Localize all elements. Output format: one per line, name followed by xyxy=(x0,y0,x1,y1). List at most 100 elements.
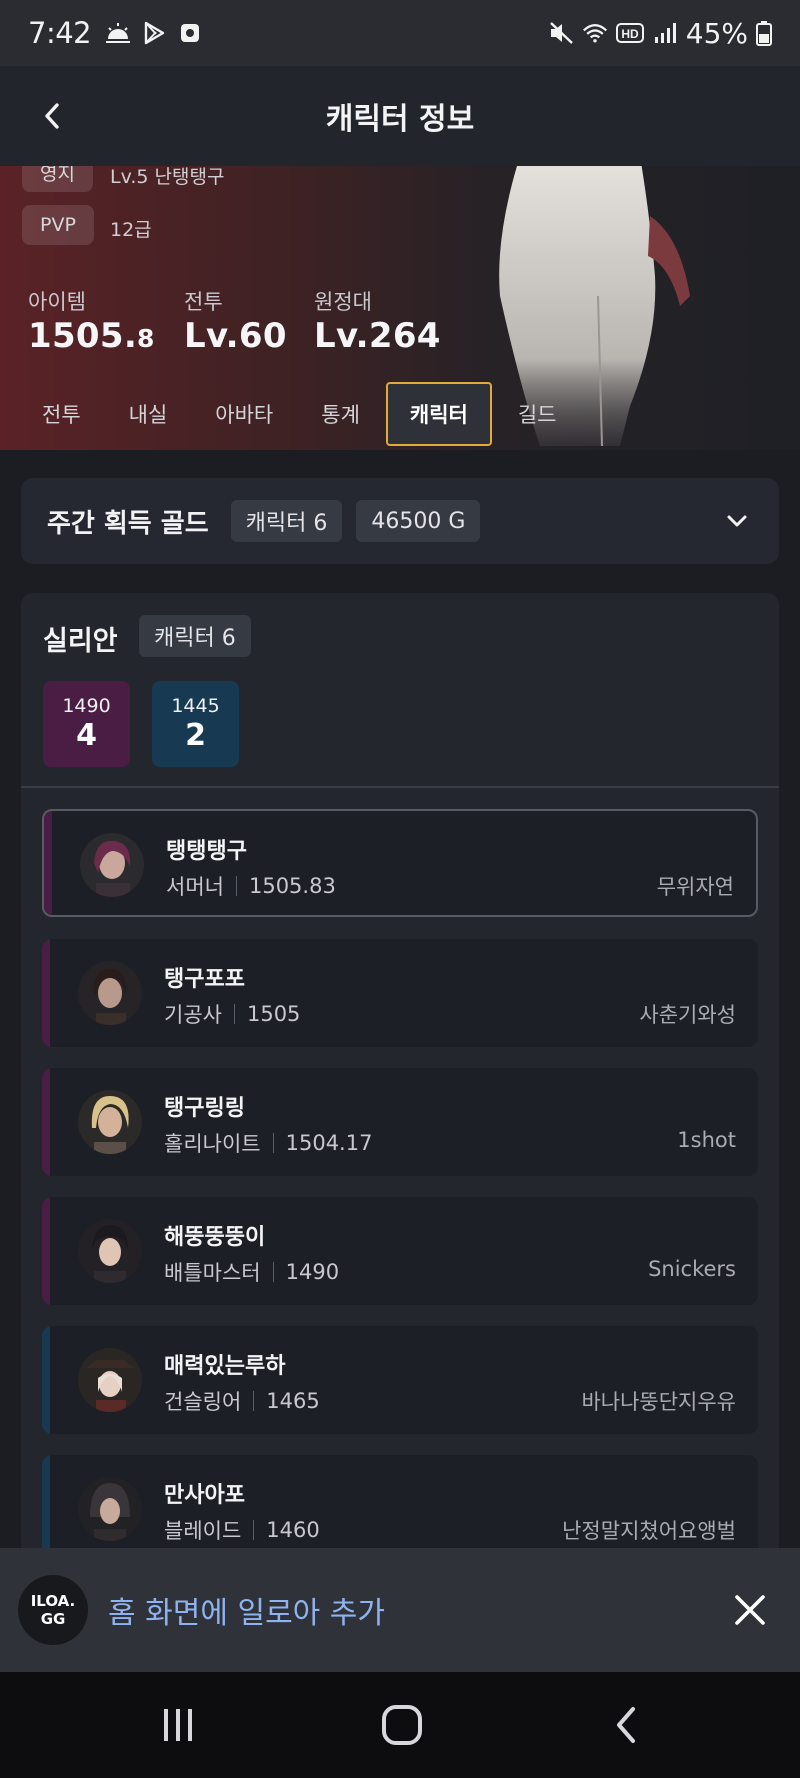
app-notification-icon xyxy=(177,20,203,46)
divider xyxy=(21,786,779,788)
character-row[interactable]: 탱탱탱구 서머너 1505.83 무위자연 xyxy=(42,809,758,917)
gold-amount-badge: 46500 G xyxy=(356,500,481,542)
tab-combat[interactable]: 전투 xyxy=(20,382,103,446)
avatar xyxy=(78,1477,142,1541)
pvp-label: PVP xyxy=(40,214,76,236)
tab-stronghold[interactable]: 내실 xyxy=(107,382,190,446)
character-name: 탱구포포 xyxy=(164,967,245,992)
meta-separator xyxy=(272,1262,274,1282)
back-button[interactable] xyxy=(30,94,74,138)
weekly-gold-title: 주간 획득 골드 xyxy=(47,508,209,539)
status-time: 7:42 xyxy=(28,16,92,50)
character-row[interactable]: 만사아포 블레이드 1460 난정말지쳤어요앵벌 xyxy=(42,1455,758,1563)
section-tabs: 전투 내실 아바타 통계 캐릭터 길드 xyxy=(20,382,583,446)
character-class: 홀리나이트 xyxy=(164,1132,261,1156)
character-meta: 블레이드 1460 xyxy=(164,1515,320,1545)
character-class: 건슬링어 xyxy=(164,1390,242,1414)
character-row[interactable]: 매력있는루하 건슬링어 1465 바나나뚱단지우유 xyxy=(42,1326,758,1434)
character-meta: 건슬링어 1465 xyxy=(164,1386,320,1416)
tab-statistics[interactable]: 통계 xyxy=(299,382,382,446)
character-name: 해뚱뚱뚱이 xyxy=(164,1225,266,1250)
tier-box-1490: 1490 4 xyxy=(43,681,130,767)
home-button[interactable] xyxy=(372,1700,432,1750)
character-class: 서머너 xyxy=(166,875,224,899)
close-banner-button[interactable] xyxy=(726,1586,774,1634)
status-icons-right: HD 45% xyxy=(548,17,772,50)
character-item-level: 1505 xyxy=(246,1002,301,1026)
chevron-left-icon xyxy=(45,103,59,129)
hd-icon: HD xyxy=(615,20,644,46)
character-class: 기공사 xyxy=(164,1003,222,1027)
tier-color-bar xyxy=(42,1068,50,1176)
character-guild: 1shot xyxy=(677,1128,736,1152)
app-logo: ILOA. GG xyxy=(18,1575,88,1645)
character-row[interactable]: 탱구포포 기공사 1505 사춘기와성 xyxy=(42,939,758,1047)
tab-guild[interactable]: 길드 xyxy=(496,382,579,446)
meta-separator xyxy=(235,876,237,896)
character-name: 탱탱탱구 xyxy=(166,839,247,864)
tier-color-bar xyxy=(42,1455,50,1563)
item-level-main: 1505. xyxy=(28,316,138,356)
battery-percent: 45% xyxy=(685,16,748,50)
top-app-bar: 캐릭터 정보 xyxy=(0,66,800,166)
combat-level-value: Lv.60 xyxy=(184,316,287,356)
close-icon xyxy=(735,1595,765,1625)
home-icon xyxy=(382,1705,422,1745)
character-meta: 서머너 1505.83 xyxy=(166,871,336,901)
weekly-gold-card[interactable]: 주간 획득 골드 캐릭터 6 46500 G xyxy=(21,478,779,564)
meta-separator xyxy=(253,1520,255,1540)
character-meta: 기공사 1505 xyxy=(164,999,300,1029)
server-name: 실리안 xyxy=(43,626,118,657)
avatar xyxy=(78,1219,142,1283)
add-to-home-banner[interactable]: ILOA. GG 홈 화면에 일로아 추가 xyxy=(0,1548,800,1672)
character-class: 블레이드 xyxy=(164,1519,242,1543)
meta-separator xyxy=(272,1133,274,1153)
tab-avatar[interactable]: 아바타 xyxy=(193,382,295,446)
status-icons-left xyxy=(105,20,203,46)
system-nav-bar xyxy=(0,1672,800,1778)
weather-icon xyxy=(105,20,131,46)
chevron-down-icon[interactable] xyxy=(721,505,753,537)
character-item-level: 1504.17 xyxy=(285,1131,373,1155)
character-meta: 홀리나이트 1504.17 xyxy=(164,1128,372,1158)
territory-chip: 영지 xyxy=(22,166,93,192)
add-to-home-text[interactable]: 홈 화면에 일로아 추가 xyxy=(108,1588,385,1632)
tier-count: 2 xyxy=(185,718,206,753)
status-bar: 7:42 HD 45% xyxy=(0,0,800,66)
tab-characters[interactable]: 캐릭터 xyxy=(385,382,492,446)
meta-separator xyxy=(253,1391,255,1411)
tier-color-bar xyxy=(42,1197,50,1305)
character-meta: 배틀마스터 1490 xyxy=(164,1257,339,1287)
pvp-chip: PVP xyxy=(22,205,94,245)
character-class: 배틀마스터 xyxy=(164,1261,261,1285)
page-title: 캐릭터 정보 xyxy=(325,102,475,137)
tier-level: 1445 xyxy=(171,695,220,717)
avatar xyxy=(78,1090,142,1154)
logo-line-2: GG xyxy=(40,1610,66,1628)
tier-color-bar xyxy=(42,1326,50,1434)
character-guild: 사춘기와성 xyxy=(639,1003,736,1027)
meta-separator xyxy=(233,1004,235,1024)
back-nav-button[interactable] xyxy=(596,1700,656,1750)
signal-icon xyxy=(652,20,678,46)
chevron-left-icon xyxy=(617,1707,635,1743)
item-level-decimal: 8 xyxy=(137,324,155,353)
tier-box-1445: 1445 2 xyxy=(152,681,239,767)
territory-value: Lv.5 난탱탱구 xyxy=(110,166,225,188)
territory-label: 영지 xyxy=(40,166,75,185)
recent-apps-button[interactable] xyxy=(148,1700,208,1750)
character-name: 만사아포 xyxy=(164,1483,245,1508)
character-item-level: 1465 xyxy=(266,1389,320,1413)
character-row[interactable]: 탱구링링 홀리나이트 1504.17 1shot xyxy=(42,1068,758,1176)
tier-color-bar xyxy=(44,811,52,915)
avatar xyxy=(78,1348,142,1412)
wifi-icon xyxy=(582,20,608,46)
character-row[interactable]: 해뚱뚱뚱이 배틀마스터 1490 Snickers xyxy=(42,1197,758,1305)
tier-color-bar xyxy=(42,939,50,1047)
item-level-value: 1505.8 xyxy=(28,316,155,356)
character-hero: 영지 Lv.5 난탱탱구 PVP 12급 아이템 1505.8 전투 Lv.60… xyxy=(0,166,800,450)
pvp-value: 12급 xyxy=(110,219,152,241)
combat-level-label: 전투 xyxy=(184,290,223,314)
recent-apps-icon xyxy=(164,1709,192,1741)
expedition-level-value: Lv.264 xyxy=(314,316,441,356)
